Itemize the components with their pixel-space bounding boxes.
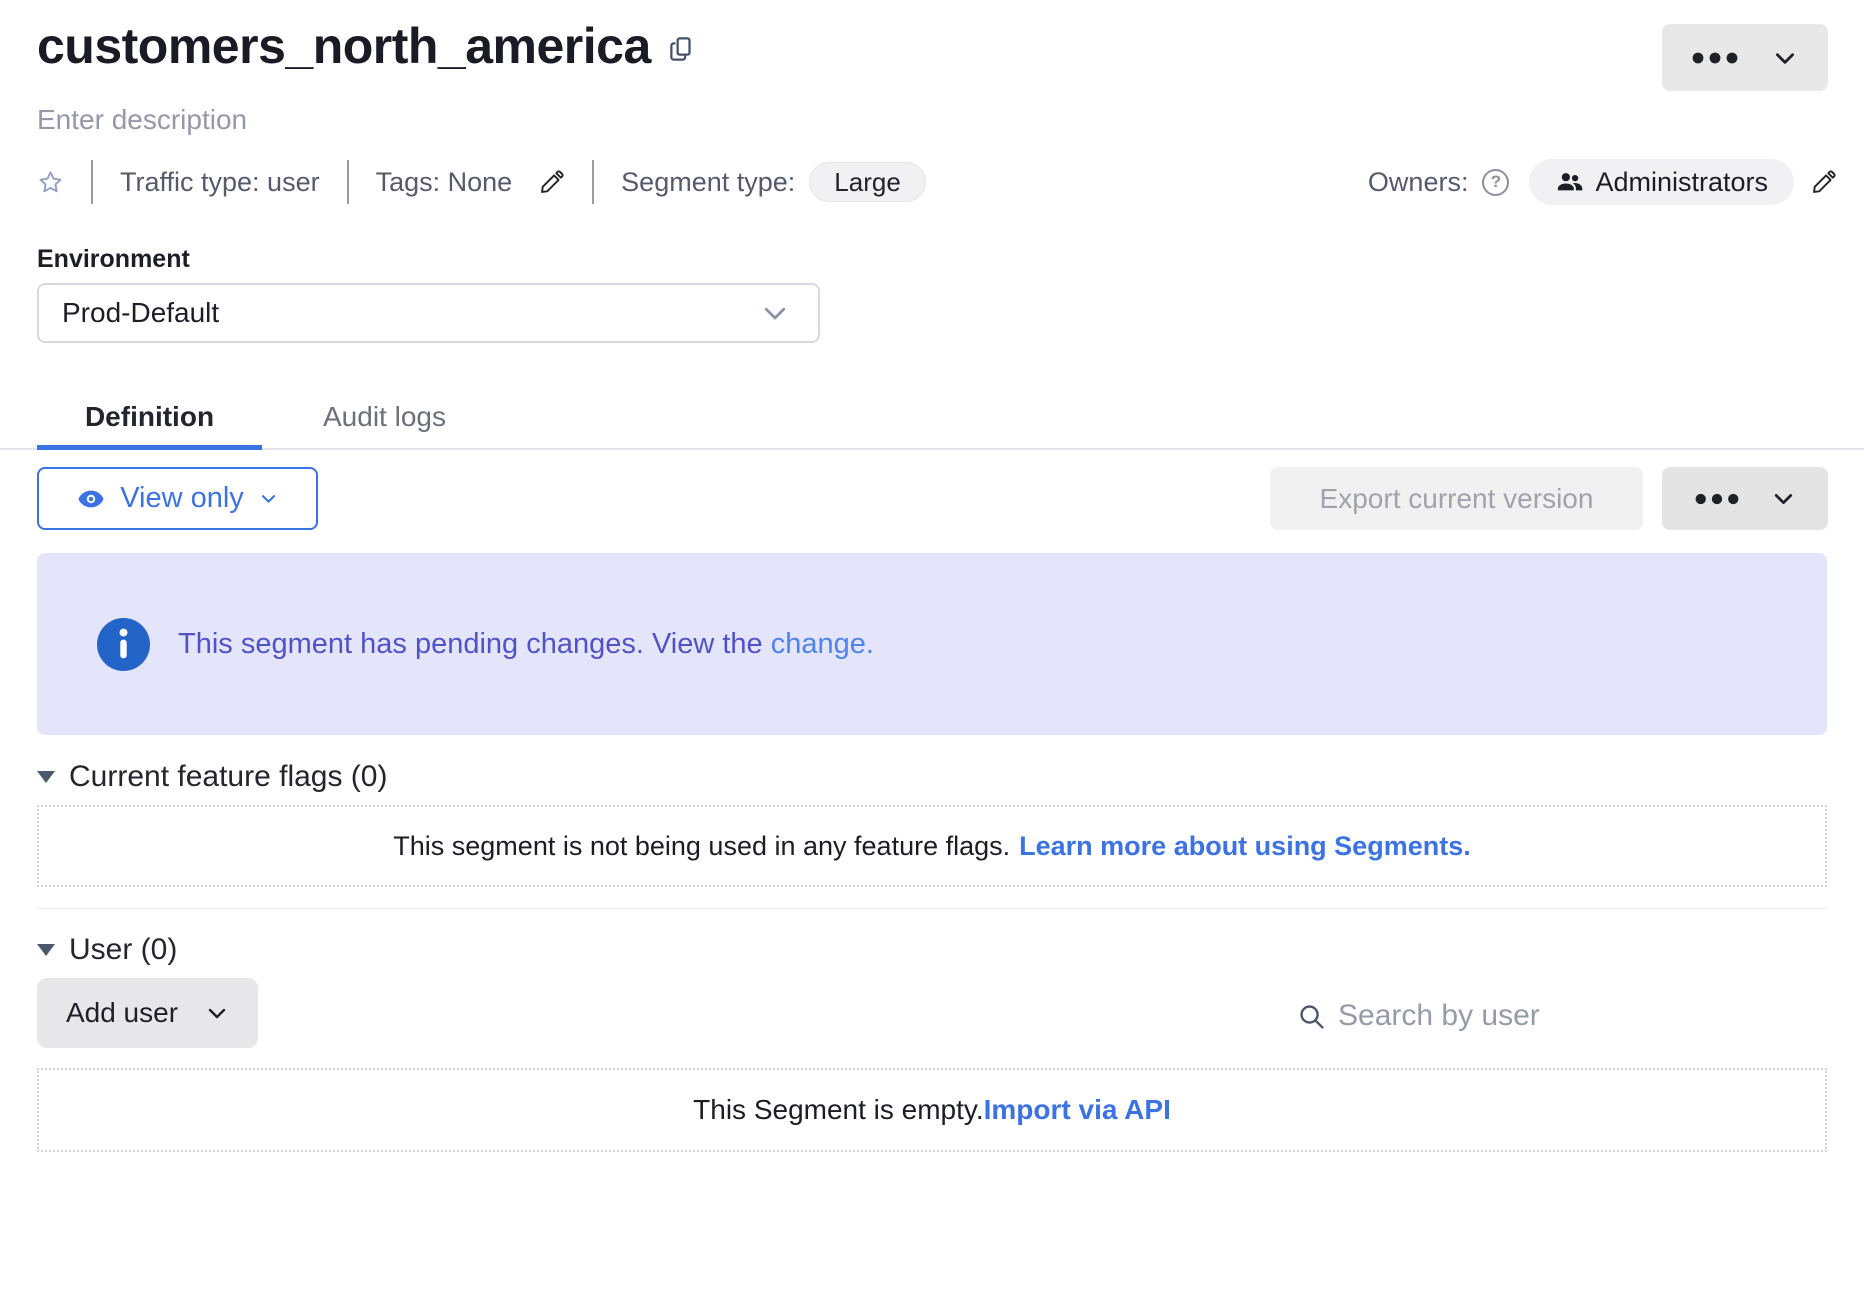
export-label: Export current version <box>1320 483 1594 515</box>
page-title: customers_north_america <box>37 18 651 74</box>
tab-audit-logs-label: Audit logs <box>323 401 446 433</box>
search-icon <box>1296 1001 1327 1032</box>
collapse-caret-icon <box>37 944 55 956</box>
divider <box>91 160 93 204</box>
header-more-actions-button[interactable] <box>1662 24 1828 91</box>
chevron-down-icon <box>1771 486 1796 511</box>
environment-select[interactable]: Prod-Default <box>37 283 820 343</box>
segment-type-badge: Large <box>809 162 926 202</box>
description-placeholder[interactable]: Enter description <box>37 104 247 136</box>
feature-flags-title: Current feature flags (0) <box>69 760 387 794</box>
tab-definition-label: Definition <box>85 401 214 433</box>
export-current-version-button[interactable]: Export current version <box>1270 467 1643 530</box>
learn-more-link[interactable]: Learn more about using Segments. <box>1019 831 1471 862</box>
traffic-type-label: Traffic type: user <box>120 167 320 198</box>
owners-value: Administrators <box>1595 167 1768 198</box>
import-via-api-link[interactable]: Import via API <box>984 1094 1171 1126</box>
segment-type-label: Segment type: <box>621 167 795 198</box>
tab-definition[interactable]: Definition <box>37 386 262 448</box>
user-section-title: User (0) <box>69 933 177 967</box>
info-icon <box>97 618 150 671</box>
tab-audit-logs[interactable]: Audit logs <box>323 386 446 448</box>
edit-tags-icon[interactable] <box>538 169 565 196</box>
chevron-down-icon <box>259 489 278 508</box>
feature-flags-section-header[interactable]: Current feature flags (0) <box>37 760 387 794</box>
owners-label: Owners: <box>1368 167 1469 198</box>
environment-label: Environment <box>37 245 190 274</box>
divider <box>347 160 349 204</box>
definition-more-actions-button[interactable] <box>1662 467 1828 530</box>
banner-message: This segment has pending changes. View t… <box>178 628 771 660</box>
banner-view-change-link[interactable]: change. <box>771 628 874 660</box>
ellipsis-icon <box>1692 52 1738 64</box>
title-row: customers_north_america <box>37 18 1828 74</box>
people-icon <box>1555 168 1584 197</box>
user-section-header[interactable]: User (0) <box>37 933 177 967</box>
chevron-down-icon <box>760 298 790 328</box>
collapse-caret-icon <box>37 771 55 783</box>
help-icon[interactable]: ? <box>1482 169 1509 196</box>
add-user-label: Add user <box>66 997 178 1029</box>
feature-flags-empty-box: This segment is not being used in any fe… <box>37 805 1827 887</box>
owners-group: Owners: ? Administrators <box>1368 159 1837 205</box>
feature-flags-empty-text: This segment is not being used in any fe… <box>393 831 1010 862</box>
add-user-button[interactable]: Add user <box>37 978 258 1048</box>
segment-empty-text: This Segment is empty. <box>693 1094 983 1126</box>
segment-empty-box: This Segment is empty.Import via API <box>37 1068 1827 1152</box>
tags-label: Tags: None <box>376 167 513 198</box>
search-by-user <box>1296 992 1827 1040</box>
eye-icon <box>77 485 105 513</box>
chevron-down-icon <box>1772 45 1798 71</box>
copy-icon[interactable] <box>667 34 697 64</box>
tab-bar: Definition Audit logs <box>0 386 1864 450</box>
divider <box>592 160 594 204</box>
chevron-down-icon <box>205 1001 229 1025</box>
meta-row: Traffic type: user Tags: None Segment ty… <box>37 158 1837 206</box>
favorite-star-icon[interactable] <box>37 169 64 196</box>
search-by-user-input[interactable] <box>1338 999 1827 1033</box>
view-only-button[interactable]: View only <box>37 467 318 530</box>
environment-selected-value: Prod-Default <box>62 297 219 329</box>
owners-badge[interactable]: Administrators <box>1529 159 1794 205</box>
pending-changes-banner: This segment has pending changes. View t… <box>37 553 1827 735</box>
view-only-label: View only <box>120 482 244 515</box>
edit-owners-icon[interactable] <box>1810 169 1837 196</box>
section-divider <box>37 908 1827 909</box>
ellipsis-icon <box>1695 493 1739 505</box>
active-tab-underline <box>37 445 262 450</box>
